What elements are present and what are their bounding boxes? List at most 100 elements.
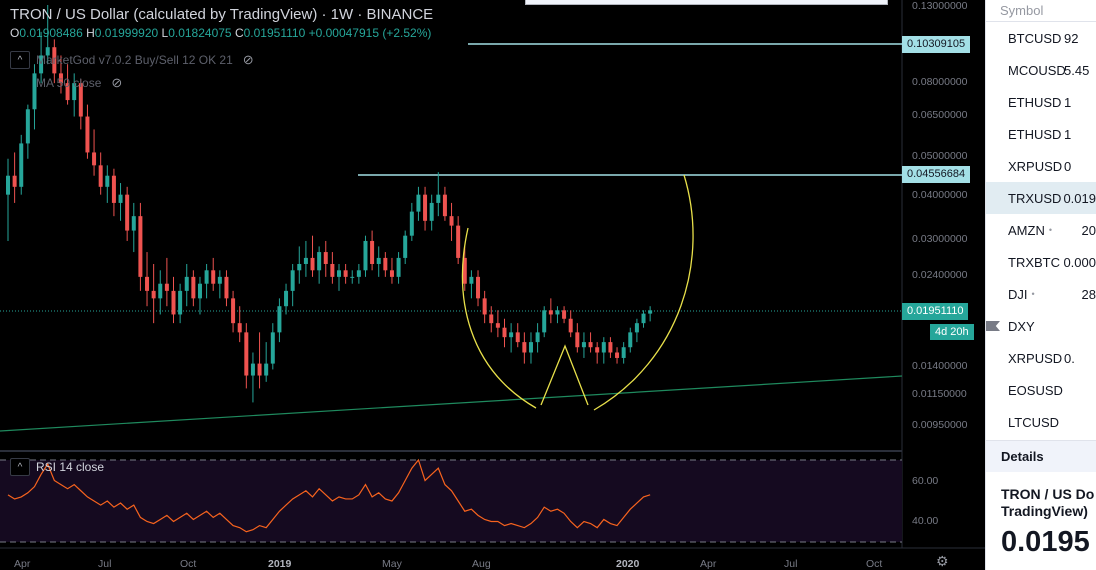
candle-body xyxy=(482,298,487,315)
candle-body xyxy=(297,263,302,271)
toolbar-widget-edge[interactable] xyxy=(525,0,888,5)
watchlist-row[interactable]: ETHUSD 1 xyxy=(986,86,1096,118)
candle-body xyxy=(264,363,269,376)
time-axis-label: May xyxy=(382,558,402,570)
candle-body xyxy=(197,283,202,299)
candle-body xyxy=(370,240,375,264)
indicator-marketgod[interactable]: ^ MarketGod v7.0.2 Buy/Sell 12 OK 21 ⊘ xyxy=(10,51,254,69)
watchlist-symbol: AMZN xyxy=(1008,222,1045,238)
price-axis-label: 0.03000000 xyxy=(912,233,968,245)
time-axis-label: Jul xyxy=(784,558,798,570)
watchlist-row[interactable]: EOSUSD xyxy=(986,374,1096,406)
candle-body xyxy=(555,310,560,315)
price-axis-label: 0.01150000 xyxy=(912,388,967,400)
indicator-ma50-label: MA 50 close xyxy=(36,76,102,90)
candle-body xyxy=(469,276,474,284)
candle-body xyxy=(575,332,580,348)
gear-icon[interactable]: ⚙ xyxy=(936,553,949,570)
candle-body xyxy=(85,116,90,153)
candle-body xyxy=(19,143,24,187)
candle-body xyxy=(502,327,507,338)
candle-body xyxy=(449,216,454,226)
watchlist-row[interactable]: XRPUSD 0 xyxy=(986,150,1096,182)
time-axis-label: 2020 xyxy=(616,558,640,570)
candle-body xyxy=(270,332,275,364)
trend-line xyxy=(0,375,903,432)
cup-left-arc xyxy=(461,227,537,409)
candle-body xyxy=(522,342,527,353)
price-axis-label: 0.13000000 xyxy=(912,0,968,12)
eye-hidden-icon[interactable]: ⊘ xyxy=(243,52,254,68)
indicator-ma50[interactable]: MA 50 close ⊘ xyxy=(36,74,122,92)
watchlist-row[interactable]: DJI • 28 xyxy=(986,278,1096,310)
current-price-tag: 0.01951110 xyxy=(902,303,969,320)
watchlist-last-price: 0.019 xyxy=(1063,190,1096,206)
price-axis-label: 0.01400000 xyxy=(912,360,968,372)
watchlist-row[interactable]: XRPUSD 0. xyxy=(986,342,1096,374)
price-axis-label: 0.06500000 xyxy=(912,109,968,121)
candle-body xyxy=(350,276,355,278)
watchlist-row[interactable]: BTCUSD 92 xyxy=(986,22,1096,54)
watchlist-column-symbol[interactable]: Symbol xyxy=(986,0,1096,22)
candle-body xyxy=(363,240,368,271)
market-status-dot-icon: • xyxy=(1031,289,1035,299)
watchlist-symbol: EOSUSD xyxy=(1008,382,1063,398)
candle-body xyxy=(621,347,626,358)
candle-body xyxy=(317,252,322,271)
time-axis-label: 2019 xyxy=(268,558,292,570)
watchlist-row[interactable]: TRXUSD 0.019 xyxy=(986,182,1096,214)
watchlist-last-price: 28 xyxy=(1081,286,1096,302)
candle-body xyxy=(641,313,646,324)
watchlist-row[interactable]: ETHUSD 1 xyxy=(986,118,1096,150)
indicator-rsi[interactable]: ^ RSI 14 close xyxy=(10,458,104,476)
collapse-rsi-button[interactable]: ^ xyxy=(10,458,30,476)
candle-body xyxy=(648,310,653,314)
candle-body xyxy=(628,332,633,348)
price-axis-label: 0.05000000 xyxy=(912,150,968,162)
candle-body xyxy=(343,270,348,277)
collapse-indicators-button[interactable]: ^ xyxy=(10,51,30,69)
candle-body xyxy=(423,194,428,221)
symbol-title: TRON / US Dollar (calculated by TradingV… xyxy=(10,6,434,23)
watchlist-symbol: TRXBTC xyxy=(1008,254,1060,270)
candle-body xyxy=(158,283,163,299)
watchlist-row[interactable]: AMZN • 20 xyxy=(986,214,1096,246)
watchlist-row[interactable]: MCOUSD 5.45 xyxy=(986,54,1096,86)
candle-body xyxy=(383,257,388,271)
candle-body xyxy=(171,290,176,315)
candle-body xyxy=(396,257,401,277)
eye-hidden-icon[interactable]: ⊘ xyxy=(111,75,122,91)
chart-area[interactable]: TRON / US Dollar (calculated by TradingV… xyxy=(0,0,985,570)
candle-body xyxy=(337,270,341,277)
candle-body xyxy=(535,332,540,343)
market-status-dot-icon: • xyxy=(1048,225,1052,235)
candle-body xyxy=(151,290,156,299)
details-header[interactable]: Details xyxy=(986,440,1096,472)
price-chart[interactable] xyxy=(0,0,985,570)
watchlist-last-price: 1 xyxy=(1064,126,1072,142)
cup-right-arc xyxy=(593,174,694,411)
watchlist-row[interactable]: LTCUSD xyxy=(986,406,1096,438)
candle-body xyxy=(515,332,520,343)
rsi-band-background xyxy=(0,460,902,542)
watchlist-last-price: 0 xyxy=(1064,158,1072,174)
candle-body xyxy=(403,235,408,258)
candle-body xyxy=(277,306,282,333)
candle-body xyxy=(12,175,17,187)
candle-body xyxy=(548,310,553,315)
candle-body xyxy=(284,290,289,307)
candle-body xyxy=(237,323,242,333)
candle-body xyxy=(608,342,613,353)
candle-body xyxy=(568,318,573,333)
watchlist-last-price: 92 xyxy=(1064,30,1079,46)
candle-body xyxy=(303,257,308,264)
bar-countdown: 4d 20h xyxy=(930,324,974,340)
price-axis-label: 0.08000000 xyxy=(912,76,968,88)
watchlist-row[interactable]: TRXBTC 0.000 xyxy=(986,246,1096,278)
candle-body xyxy=(489,314,494,324)
candle-body xyxy=(224,276,229,299)
candle-body xyxy=(231,298,236,324)
horizontal-line-price-tag: 0.10309105 xyxy=(902,36,971,53)
watchlist-row[interactable]: DXY xyxy=(986,310,1096,342)
flag-icon xyxy=(986,321,1000,331)
